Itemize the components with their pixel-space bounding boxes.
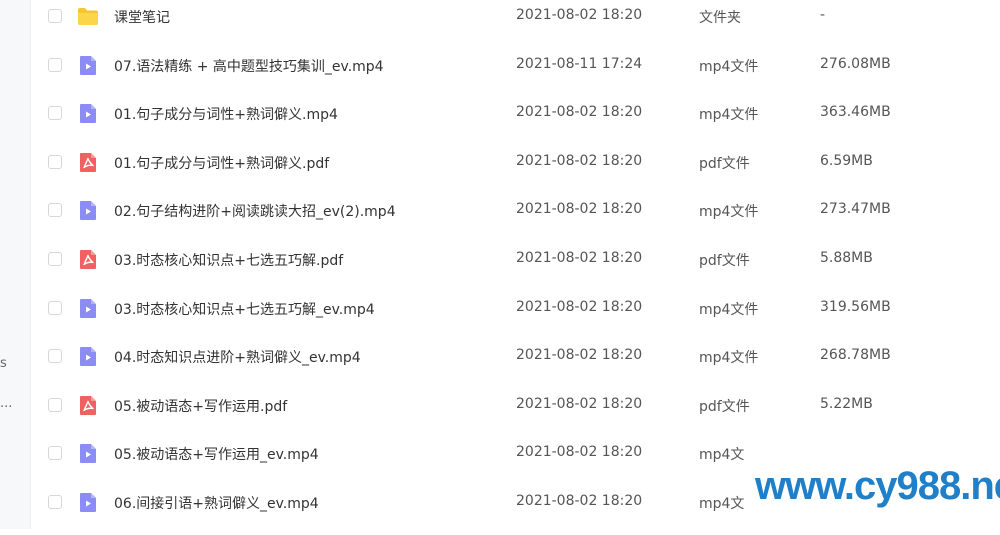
- file-type: mp4文件: [699, 350, 759, 367]
- file-type: pdf文件: [699, 253, 750, 269]
- file-name[interactable]: 07.语法精练 + 高中题型技巧集训_ev.mp4: [114, 56, 384, 76]
- file-type: mp4文件: [699, 204, 759, 221]
- file-size: 319.56MB: [820, 298, 891, 315]
- file-size: 5.22MB: [820, 395, 873, 412]
- row-checkbox[interactable]: [48, 154, 62, 169]
- file-name[interactable]: 课堂笔记: [114, 7, 170, 27]
- sidebar-fragment: ...: [0, 396, 13, 411]
- file-size: -: [820, 7, 826, 23]
- file-type: mp4文: [699, 496, 745, 512]
- video-file-icon: [77, 103, 99, 124]
- file-row[interactable]: 01.句子成分与词性+熟词僻义.pdf 2021-08-02 18:20 pdf文件…: [30, 146, 1000, 195]
- file-name[interactable]: 03.时态核心知识点+七选五巧解.pdf: [114, 250, 343, 270]
- pdf-file-icon: [77, 395, 99, 416]
- row-checkbox[interactable]: [48, 397, 62, 412]
- file-modified-date: 2021-08-02 18:20: [516, 444, 643, 461]
- file-name[interactable]: 05.被动语态+写作运用_ev.mp4: [114, 444, 319, 464]
- video-file-icon: [77, 200, 99, 221]
- pdf-file-icon: [77, 152, 99, 173]
- row-checkbox[interactable]: [48, 495, 62, 509]
- row-checkbox[interactable]: [48, 300, 62, 315]
- file-name[interactable]: 04.时态知识点进阶+熟词僻义_ev.mp4: [114, 347, 361, 367]
- file-size: 6.59MB: [820, 152, 873, 169]
- file-name[interactable]: 01.句子成分与词性+熟词僻义.pdf: [114, 153, 329, 173]
- file-type: mp4文件: [699, 58, 759, 75]
- file-modified-date: 2021-08-02 18:20: [516, 104, 643, 121]
- file-size: 276.08MB: [820, 55, 891, 72]
- file-row[interactable]: 03.时态核心知识点+七选五巧解.pdf 2021-08-02 18:20 pdf文…: [30, 243, 1000, 292]
- file-type: pdf文件: [699, 398, 750, 415]
- sidebar: s ...: [0, 0, 31, 529]
- file-size: 268.78MB: [820, 347, 891, 364]
- watermark-text: www.cy988.net: [755, 464, 1000, 508]
- file-modified-date: 2021-08-02 18:20: [516, 395, 643, 412]
- file-type: mp4文件: [699, 107, 759, 124]
- file-size: 363.46MB: [820, 104, 891, 121]
- file-modified-date: 2021-08-11 17:24: [516, 55, 643, 72]
- video-file-icon: [77, 443, 99, 464]
- watermark: www.cy988.net: [750, 460, 1000, 529]
- file-size: 273.47MB: [820, 201, 891, 218]
- file-row[interactable]: 04.时态知识点进阶+熟词僻义_ev.mp4 2021-08-02 18:20 mp…: [30, 340, 1000, 389]
- file-row[interactable]: 03.时态核心知识点+七选五巧解_ev.mp4 2021-08-02 18:20 m…: [30, 292, 1000, 341]
- row-checkbox[interactable]: [48, 446, 62, 461]
- row-checkbox[interactable]: [48, 57, 62, 72]
- file-modified-date: 2021-08-02 18:20: [516, 201, 643, 218]
- file-type: mp4文: [699, 447, 745, 464]
- file-row[interactable]: 07.语法精练 + 高中题型技巧集训_ev.mp4 2021-08-11 17:2…: [30, 49, 1000, 98]
- file-type: mp4文件: [699, 301, 759, 318]
- folder-icon: [77, 6, 99, 27]
- video-file-icon: [77, 346, 99, 367]
- pdf-file-icon: [77, 249, 99, 270]
- file-modified-date: 2021-08-02 18:20: [516, 493, 643, 509]
- video-file-icon: [77, 492, 99, 513]
- file-row[interactable]: 01.句子成分与词性+熟词僻义.mp4 2021-08-02 18:20 mp4文件…: [30, 97, 1000, 146]
- file-type: pdf文件: [699, 155, 750, 172]
- file-type: 文件夹: [699, 10, 741, 26]
- file-name[interactable]: 03.时态核心知识点+七选五巧解_ev.mp4: [114, 299, 375, 319]
- file-modified-date: 2021-08-02 18:20: [516, 347, 643, 364]
- file-row[interactable]: 05.被动语态+写作运用.pdf 2021-08-02 18:20 pdf文件 5.2…: [30, 389, 1000, 438]
- file-modified-date: 2021-08-02 18:20: [516, 7, 643, 23]
- file-name[interactable]: 06.间接引语+熟词僻义_ev.mp4: [114, 493, 319, 513]
- file-row[interactable]: 课堂笔记 2021-08-02 18:20 文件夹 -: [30, 0, 1000, 49]
- file-modified-date: 2021-08-02 18:20: [516, 298, 643, 315]
- file-name[interactable]: 01.句子成分与词性+熟词僻义.mp4: [114, 104, 338, 124]
- file-row[interactable]: 02.句子结构进阶+阅读跳读大招_ev(2).mp4 2021-08-02 18:…: [30, 194, 1000, 243]
- file-name[interactable]: 05.被动语态+写作运用.pdf: [114, 396, 287, 416]
- row-checkbox[interactable]: [48, 106, 62, 121]
- video-file-icon: [77, 55, 99, 76]
- row-checkbox[interactable]: [48, 9, 62, 23]
- sidebar-fragment: s: [0, 356, 7, 371]
- file-name[interactable]: 02.句子结构进阶+阅读跳读大招_ev(2).mp4: [114, 201, 396, 221]
- file-modified-date: 2021-08-02 18:20: [516, 152, 643, 169]
- file-modified-date: 2021-08-02 18:20: [516, 250, 643, 266]
- file-size: 5.88MB: [820, 250, 873, 266]
- video-file-icon: [77, 298, 99, 319]
- row-checkbox[interactable]: [48, 203, 62, 218]
- row-checkbox[interactable]: [48, 252, 62, 266]
- row-checkbox[interactable]: [48, 349, 62, 364]
